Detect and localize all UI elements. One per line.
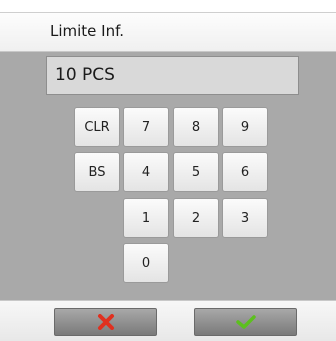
key-8[interactable]: 8 [173,107,219,147]
top-strip [0,0,336,12]
value-display: 10 PCS [46,56,299,95]
key-5[interactable]: 5 [173,152,219,192]
key-9[interactable]: 9 [222,107,268,147]
backspace-key[interactable]: BS [74,152,120,192]
page-title: Limite Inf. [50,22,125,40]
key-0[interactable]: 0 [123,243,169,283]
key-3[interactable]: 3 [222,198,268,238]
key-4[interactable]: 4 [123,152,169,192]
key-6[interactable]: 6 [222,152,268,192]
entry-panel: 10 PCS CLR 7 8 9 BS 4 5 6 1 2 3 0 [0,52,336,300]
value-display-text: 10 PCS [55,65,115,85]
cancel-button[interactable] [54,308,157,336]
key-2[interactable]: 2 [173,198,219,238]
key-7[interactable]: 7 [123,107,169,147]
check-icon [235,315,256,329]
title-bar: Limite Inf. [0,12,336,52]
footer-bar [0,300,336,341]
confirm-button[interactable] [194,308,297,336]
x-icon [97,314,114,330]
key-1[interactable]: 1 [123,198,169,238]
clear-key[interactable]: CLR [74,107,120,147]
